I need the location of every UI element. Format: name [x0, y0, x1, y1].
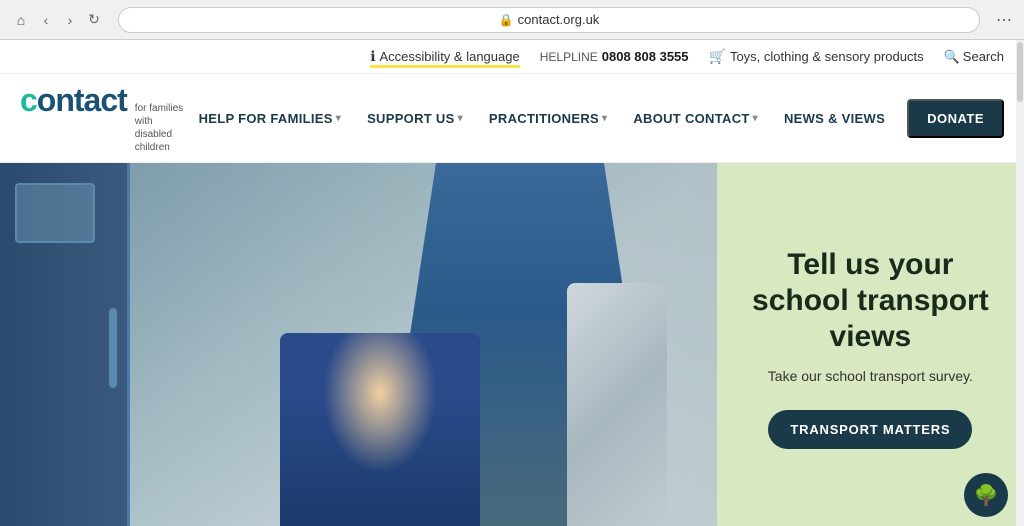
home-button[interactable]: ⌂: [12, 11, 30, 29]
hero-equipment: [567, 283, 667, 526]
hero-van: [0, 163, 130, 526]
hero-van-window: [15, 183, 95, 243]
hero-image: [0, 163, 717, 526]
nav-help-label: HELP FOR FAMILIES: [199, 111, 333, 126]
basket-icon: 🛒: [709, 48, 726, 65]
hero-title: Tell us your school transport views: [741, 247, 1000, 355]
shop-link[interactable]: 🛒 Toys, clothing & sensory products: [709, 48, 924, 65]
transport-matters-button[interactable]: TRANSPORT MATTERS: [768, 410, 972, 449]
chevron-down-icon: ▾: [336, 113, 341, 124]
accessibility-label: Accessibility & language: [380, 49, 520, 64]
more-button[interactable]: ⋯: [996, 10, 1012, 30]
lock-icon: 🔒: [499, 13, 514, 27]
tree-icon: 🌳: [974, 483, 999, 508]
back-button[interactable]: ‹: [38, 12, 54, 28]
nav-about-label: ABOUT CONTACT: [633, 111, 749, 126]
helpline-number[interactable]: 0808 808 3555: [602, 49, 689, 64]
main-nav: contact for families with disabled child…: [0, 74, 1024, 163]
hero-van-detail: [109, 308, 117, 388]
hero-section: Tell us your school transport views Take…: [0, 163, 1024, 526]
hero-person-area: [130, 163, 717, 526]
hero-content-panel: Tell us your school transport views Take…: [717, 163, 1024, 526]
search-icon: 🔍: [944, 49, 960, 65]
donate-button[interactable]: DONATE: [907, 99, 1004, 138]
logo-tagline-line2: with disabled children: [135, 115, 187, 154]
search-label: Search: [963, 49, 1004, 64]
forward-button[interactable]: ›: [62, 12, 78, 28]
accessibility-link[interactable]: ℹ Accessibility & language: [370, 48, 520, 65]
chevron-down-icon-3: ▾: [602, 113, 607, 124]
helpline-info: HELPLINE 0808 808 3555: [540, 49, 689, 64]
chevron-down-icon-2: ▾: [458, 113, 463, 124]
nav-practitioners-label: PRACTITIONERS: [489, 111, 599, 126]
helpline-prefix: HELPLINE: [540, 50, 598, 64]
shop-label: Toys, clothing & sensory products: [730, 49, 924, 64]
chevron-down-icon-4: ▾: [753, 113, 758, 124]
hero-subtitle: Take our school transport survey.: [768, 367, 973, 387]
nav-about-contact[interactable]: ABOUT CONTACT ▾: [621, 103, 770, 134]
nav-support-label: SUPPORT US: [367, 111, 455, 126]
website-content: ℹ Accessibility & language HELPLINE 0808…: [0, 40, 1024, 526]
nav-support-us[interactable]: SUPPORT US ▾: [355, 103, 475, 134]
info-icon: ℹ: [370, 48, 375, 65]
site-logo[interactable]: contact for families with disabled child…: [20, 82, 187, 154]
reload-button[interactable]: ↻: [86, 12, 102, 28]
nav-news-views[interactable]: NEWS & VIEWS: [772, 103, 897, 134]
nav-help-for-families[interactable]: HELP FOR FAMILIES ▾: [187, 103, 353, 134]
logo-text: contact: [20, 82, 127, 119]
logo-tagline-line1: for families: [135, 102, 187, 115]
address-bar[interactable]: 🔒 contact.org.uk: [118, 7, 980, 33]
floating-chat-button[interactable]: 🌳: [964, 473, 1008, 517]
logo-c-letter: c: [20, 82, 37, 118]
search-link[interactable]: 🔍 Search: [944, 49, 1004, 65]
scrollbar-thumb[interactable]: [1017, 42, 1023, 102]
utility-bar: ℹ Accessibility & language HELPLINE 0808…: [0, 40, 1024, 74]
nav-items: HELP FOR FAMILIES ▾ SUPPORT US ▾ PRACTIT…: [187, 99, 1004, 138]
nav-practitioners[interactable]: PRACTITIONERS ▾: [477, 103, 619, 134]
nav-news-label: NEWS & VIEWS: [784, 111, 885, 126]
scrollbar[interactable]: [1016, 40, 1024, 526]
logo-tagline: for families with disabled children: [135, 102, 187, 154]
browser-chrome: ⌂ ‹ › ↻ 🔒 contact.org.uk ⋯: [0, 0, 1024, 40]
url-text: contact.org.uk: [518, 12, 600, 27]
hero-child-wheelchair: [280, 333, 480, 526]
